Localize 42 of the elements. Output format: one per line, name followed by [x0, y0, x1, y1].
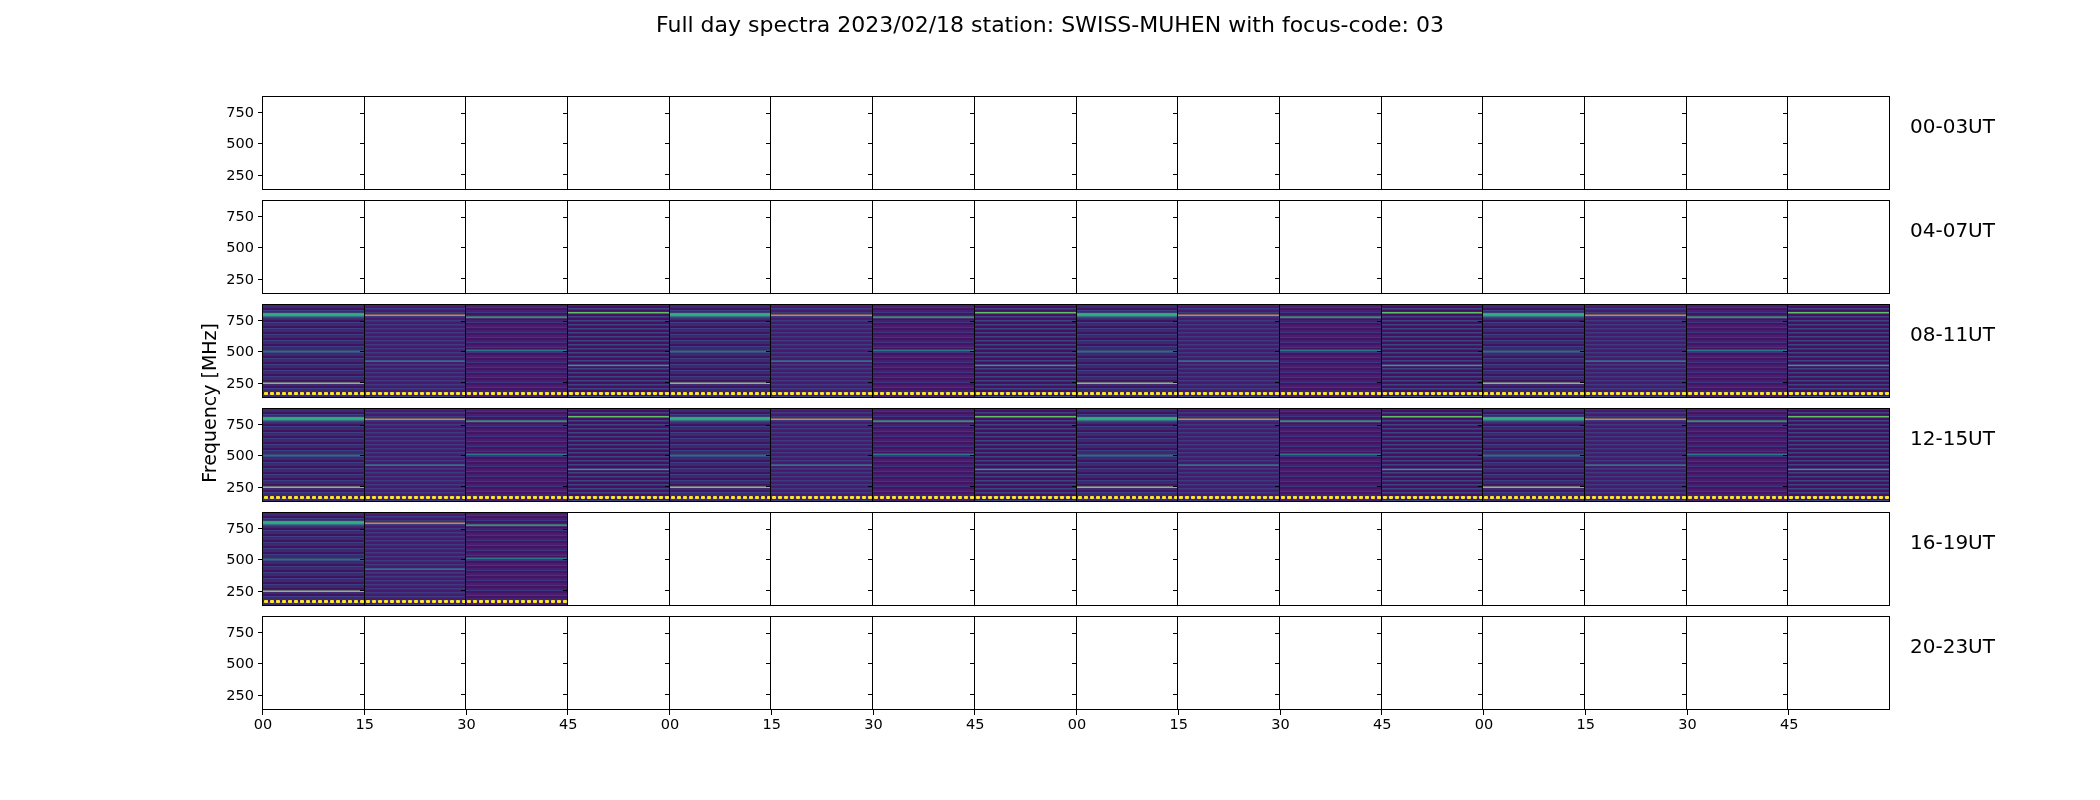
tick-label: 750: [226, 519, 254, 536]
tick-label: 750: [226, 103, 254, 120]
tick-label: 750: [226, 623, 254, 640]
tick-label: 45: [1780, 716, 1799, 732]
tick-label: 250: [226, 166, 254, 183]
tick-label: 250: [226, 478, 254, 495]
tick-label: 500: [226, 447, 254, 463]
tick-label: 15: [355, 716, 374, 732]
tick-label: 30: [457, 716, 476, 732]
tick-label: 30: [1271, 716, 1290, 732]
tick-label: 500: [226, 135, 254, 151]
tick-label: 00: [1474, 716, 1494, 732]
tick-label: 500: [226, 239, 254, 255]
tick-label: 45: [966, 716, 985, 732]
tick-label: 250: [226, 270, 254, 287]
row-label: 12-15UT: [1909, 425, 1995, 452]
tick-label: 250: [226, 582, 254, 599]
tick-label: 15: [1576, 716, 1595, 732]
row-label: 04-07UT: [1909, 217, 1995, 244]
tick-label: 500: [226, 343, 254, 359]
tick-label: 250: [226, 374, 254, 391]
tick-label: 45: [1373, 716, 1392, 732]
tick-label: 750: [226, 207, 254, 224]
tick-label: 30: [864, 716, 883, 732]
axis-label: Frequency [MHz]: [198, 323, 220, 483]
tick-label: 500: [226, 551, 254, 567]
row-label: 16-19UT: [1909, 529, 1995, 556]
tick-label: 500: [226, 655, 254, 671]
tick-label: 15: [1169, 716, 1188, 732]
tick-label: 15: [762, 716, 781, 732]
row-label: 08-11UT: [1909, 321, 1995, 348]
row-label: 20-23UT: [1909, 633, 1995, 660]
tick-label: 45: [559, 716, 578, 732]
tick-label: 750: [226, 311, 254, 328]
tick-label: 00: [1067, 716, 1087, 732]
tick-label: 30: [1678, 716, 1697, 732]
row-label: 00-03UT: [1909, 113, 1995, 140]
tick-label: 00: [660, 716, 680, 732]
figure-title: Full day spectra 2023/02/18 station: SWISS-MUHEN with focus-code: 03: [655, 11, 1445, 39]
tick-label: 00: [253, 716, 273, 732]
tick-label: 250: [226, 686, 254, 703]
tick-label: 750: [226, 415, 254, 432]
